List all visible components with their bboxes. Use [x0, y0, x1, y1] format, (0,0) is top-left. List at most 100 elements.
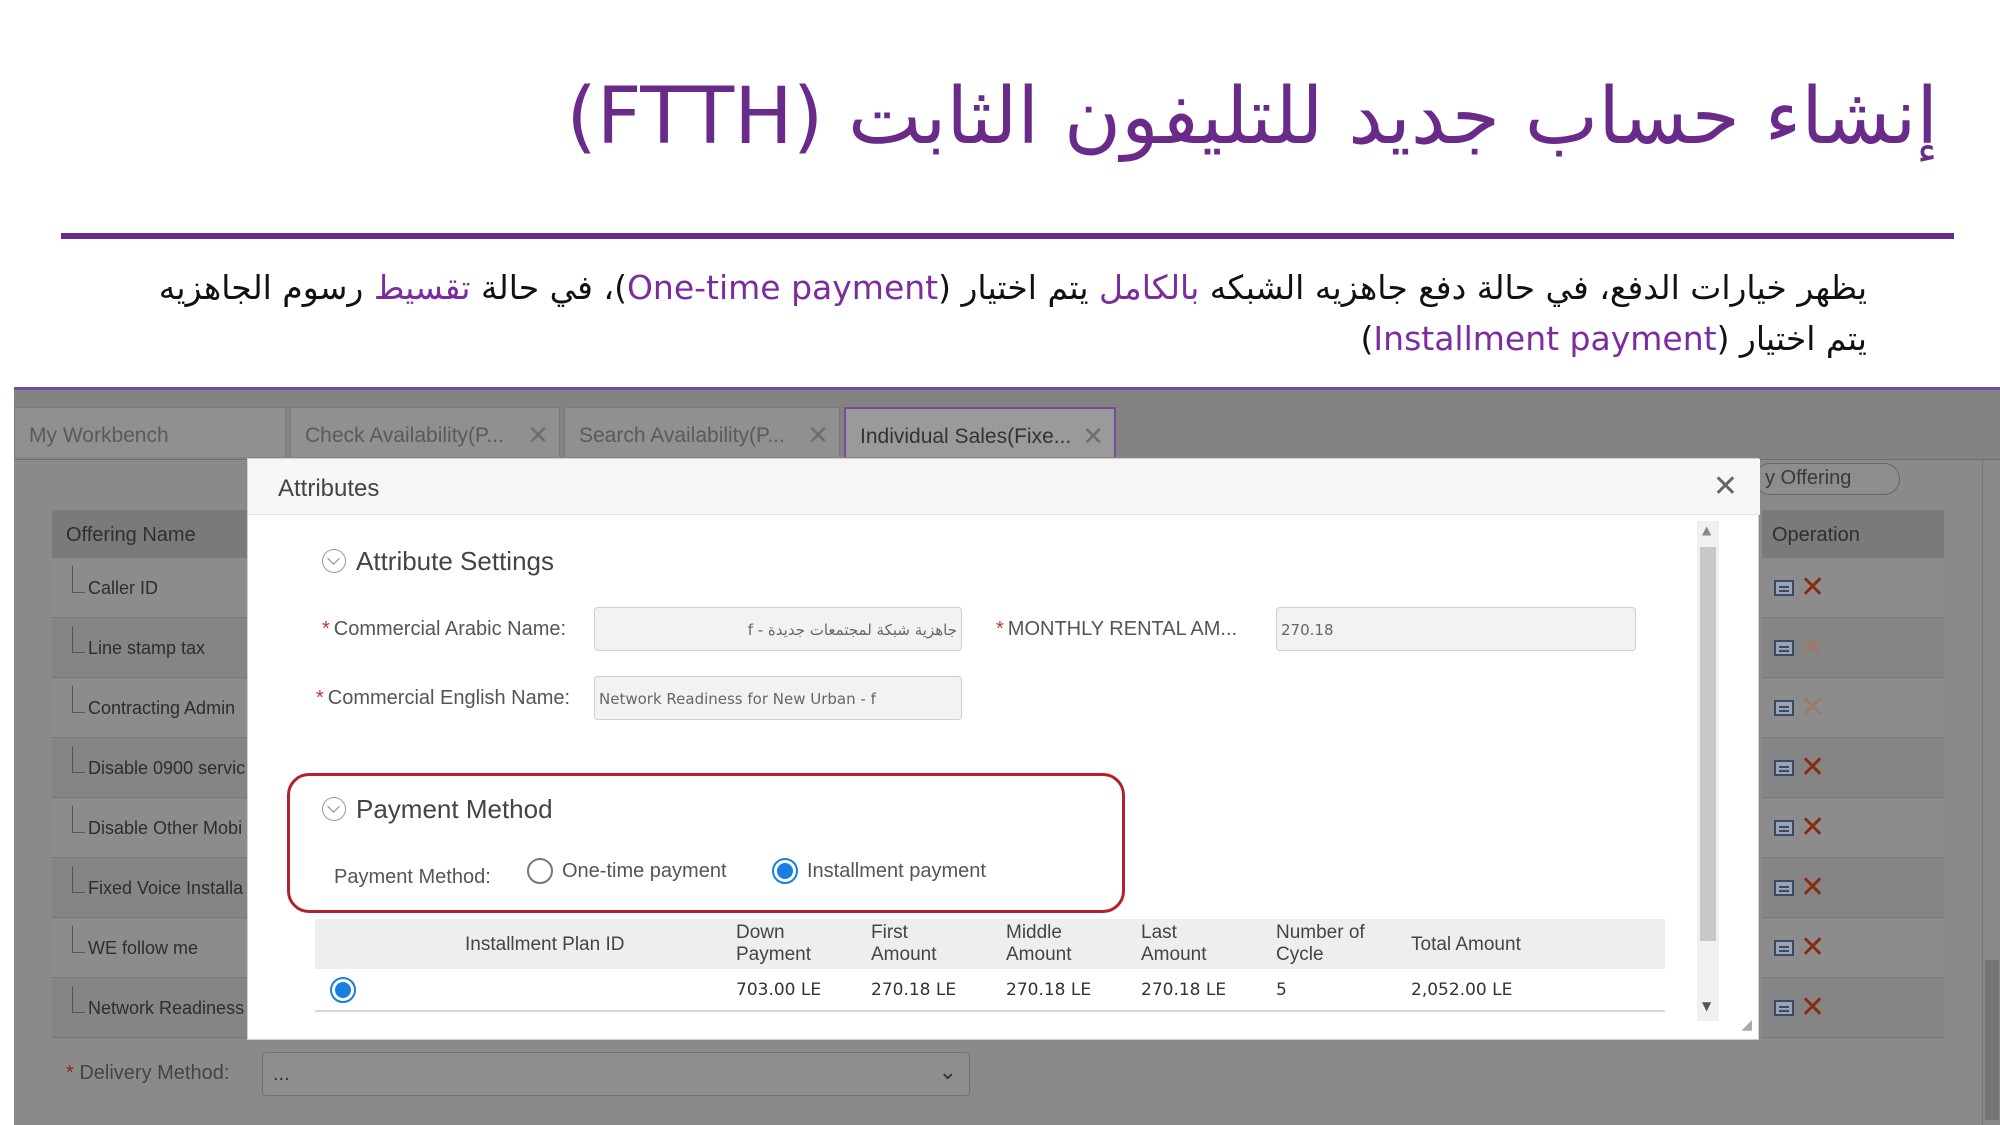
down-payment-value: 703.00 LE: [736, 980, 822, 1000]
required-marker: *: [66, 1062, 80, 1084]
column-down-payment: Down Payment: [736, 922, 811, 966]
tab-label: My Workbench: [29, 424, 169, 447]
header-line-2: Amount: [1006, 944, 1072, 965]
header-line-1: Middle: [1006, 922, 1062, 943]
header-line-1: First: [871, 922, 908, 943]
header-line-2: Amount: [1141, 944, 1207, 965]
slide: إنشاء حساب جديد للتليفون الثابت (FTTH) ي…: [0, 0, 2000, 1125]
column-last-amount: Last Amount: [1141, 922, 1206, 966]
header-line-2: Payment: [736, 944, 811, 965]
tab-search-availability[interactable]: Search Availability(P... ✕: [564, 407, 840, 457]
table-row[interactable]: Caller ID: [52, 558, 262, 618]
table-row[interactable]: Disable 0900 servic: [52, 738, 262, 798]
collapse-icon[interactable]: [322, 549, 346, 573]
column-plan-id: Installment Plan ID: [465, 934, 625, 955]
desc-text-1: يظهر خيارات الدفع، في حالة دفع جاهزيه ال…: [1199, 268, 1867, 307]
header-line-2: Cycle: [1276, 944, 1324, 965]
desc-highlight-full: بالكامل: [1099, 268, 1200, 307]
details-icon[interactable]: [1774, 940, 1794, 956]
scroll-up-icon[interactable]: ▲: [1702, 523, 1711, 537]
details-icon[interactable]: [1774, 640, 1794, 656]
delete-icon[interactable]: ✕: [1800, 570, 1825, 605]
section-title: Attribute Settings: [356, 546, 554, 576]
details-icon[interactable]: [1774, 580, 1794, 596]
table-row[interactable]: Network Readiness: [52, 978, 262, 1038]
delete-icon[interactable]: ✕: [1800, 810, 1825, 845]
operation-cell: ✕: [1762, 978, 1944, 1038]
scrollbar-thumb[interactable]: [1700, 547, 1716, 941]
close-icon[interactable]: ✕: [1713, 469, 1738, 504]
table-row[interactable]: WE follow me: [52, 918, 262, 978]
required-marker: *: [322, 618, 330, 640]
close-icon[interactable]: ✕: [527, 420, 549, 451]
field-label: Commercial English Name:: [327, 687, 571, 709]
title-divider: [61, 233, 1954, 239]
query-offering-button[interactable]: y Offering: [1754, 463, 1900, 495]
desc-highlight-installment: Installment payment: [1373, 319, 1717, 358]
slide-title: إنشاء حساب جديد للتليفون الثابت (FTTH): [566, 72, 1938, 162]
tab-check-availability[interactable]: Check Availability(P... ✕: [290, 407, 560, 457]
slide-description: يظهر خيارات الدفع، في حالة دفع جاهزيه ال…: [147, 262, 1867, 364]
table-row[interactable]: Disable Other Mobi: [52, 798, 262, 858]
column-number-of-cycle: Number of Cycle: [1276, 922, 1365, 966]
operation-cell: ✕: [1762, 858, 1944, 918]
resize-handle-icon[interactable]: ◢: [1741, 1017, 1752, 1033]
delete-icon: ✕: [1800, 630, 1826, 665]
tab-my-workbench[interactable]: My Workbench: [14, 407, 286, 457]
installment-plan-radio[interactable]: [330, 977, 356, 1003]
scroll-down-icon[interactable]: ▼: [1702, 999, 1711, 1013]
delete-icon: ✕: [1800, 690, 1826, 725]
details-icon[interactable]: [1774, 1000, 1794, 1016]
dialog-scrollbar[interactable]: ▲ ▼: [1697, 521, 1719, 1021]
table-divider: [315, 1010, 1665, 1012]
desc-text-2: يتم اختيار (: [938, 268, 1100, 307]
english-name-field[interactable]: Network Readiness for New Urban - f: [594, 676, 962, 720]
column-first-amount: First Amount: [871, 922, 936, 966]
number-of-cycle-value: 5: [1276, 980, 1287, 1000]
details-icon[interactable]: [1774, 820, 1794, 836]
operation-header: Operation: [1762, 510, 1944, 558]
field-label: MONTHLY RENTAL AM...: [1007, 618, 1238, 640]
details-icon[interactable]: [1774, 700, 1794, 716]
monthly-rental-field[interactable]: 270.18: [1276, 607, 1636, 651]
close-icon[interactable]: ✕: [807, 420, 829, 451]
delivery-method-label: * Delivery Method:: [66, 1062, 229, 1085]
close-icon[interactable]: ✕: [1082, 421, 1104, 452]
desc-highlight-installment-word: تقسيط: [373, 268, 471, 307]
desc-text-3: )، في حالة: [470, 268, 627, 307]
required-marker: *: [996, 618, 1004, 640]
operation-cell: ✕: [1762, 678, 1944, 738]
delete-icon[interactable]: ✕: [1800, 990, 1825, 1025]
header-line-1: Down: [736, 922, 785, 943]
delete-icon[interactable]: ✕: [1800, 750, 1825, 785]
table-row[interactable]: Line stamp tax: [52, 618, 262, 678]
delivery-method-select[interactable]: ... ⌄: [262, 1052, 970, 1096]
operation-cell: ✕: [1762, 738, 1944, 798]
first-amount-value: 270.18 LE: [871, 980, 957, 1000]
page-scrollbar[interactable]: [1982, 460, 2000, 1125]
dialog-header: Attributes ✕: [248, 459, 1760, 515]
required-marker: *: [316, 687, 324, 709]
chevron-down-icon: ⌄: [938, 1059, 957, 1084]
desc-highlight-onetime: One-time payment: [626, 268, 939, 307]
column-total-amount: Total Amount: [1411, 934, 1521, 955]
total-amount-value: 2,052.00 LE: [1411, 980, 1513, 1000]
delete-icon[interactable]: ✕: [1800, 930, 1825, 965]
middle-amount-value: 270.18 LE: [1006, 980, 1092, 1000]
operation-cell: ✕: [1762, 918, 1944, 978]
tab-individual-sales[interactable]: Individual Sales(Fixe... ✕: [844, 407, 1116, 457]
delete-icon[interactable]: ✕: [1800, 870, 1825, 905]
monthly-rental-label: * MONTHLY RENTAL AM...: [996, 618, 1258, 641]
english-name-label: * Commercial English Name:: [316, 687, 570, 710]
desc-text-5: ): [1360, 319, 1374, 358]
header-line-1: Last: [1141, 922, 1177, 943]
dialog-title: Attributes: [278, 475, 380, 502]
details-icon[interactable]: [1774, 760, 1794, 776]
attribute-settings-heading[interactable]: Attribute Settings: [322, 546, 554, 577]
table-row[interactable]: Contracting Admin: [52, 678, 262, 738]
arabic-name-field[interactable]: جاهزية شبكة لمجتمعات جديدة - f: [594, 607, 962, 651]
tab-label: Individual Sales(Fixe...: [860, 425, 1072, 448]
table-row[interactable]: Fixed Voice Installa: [52, 858, 262, 918]
scrollbar-thumb[interactable]: [1985, 960, 1999, 1120]
details-icon[interactable]: [1774, 880, 1794, 896]
